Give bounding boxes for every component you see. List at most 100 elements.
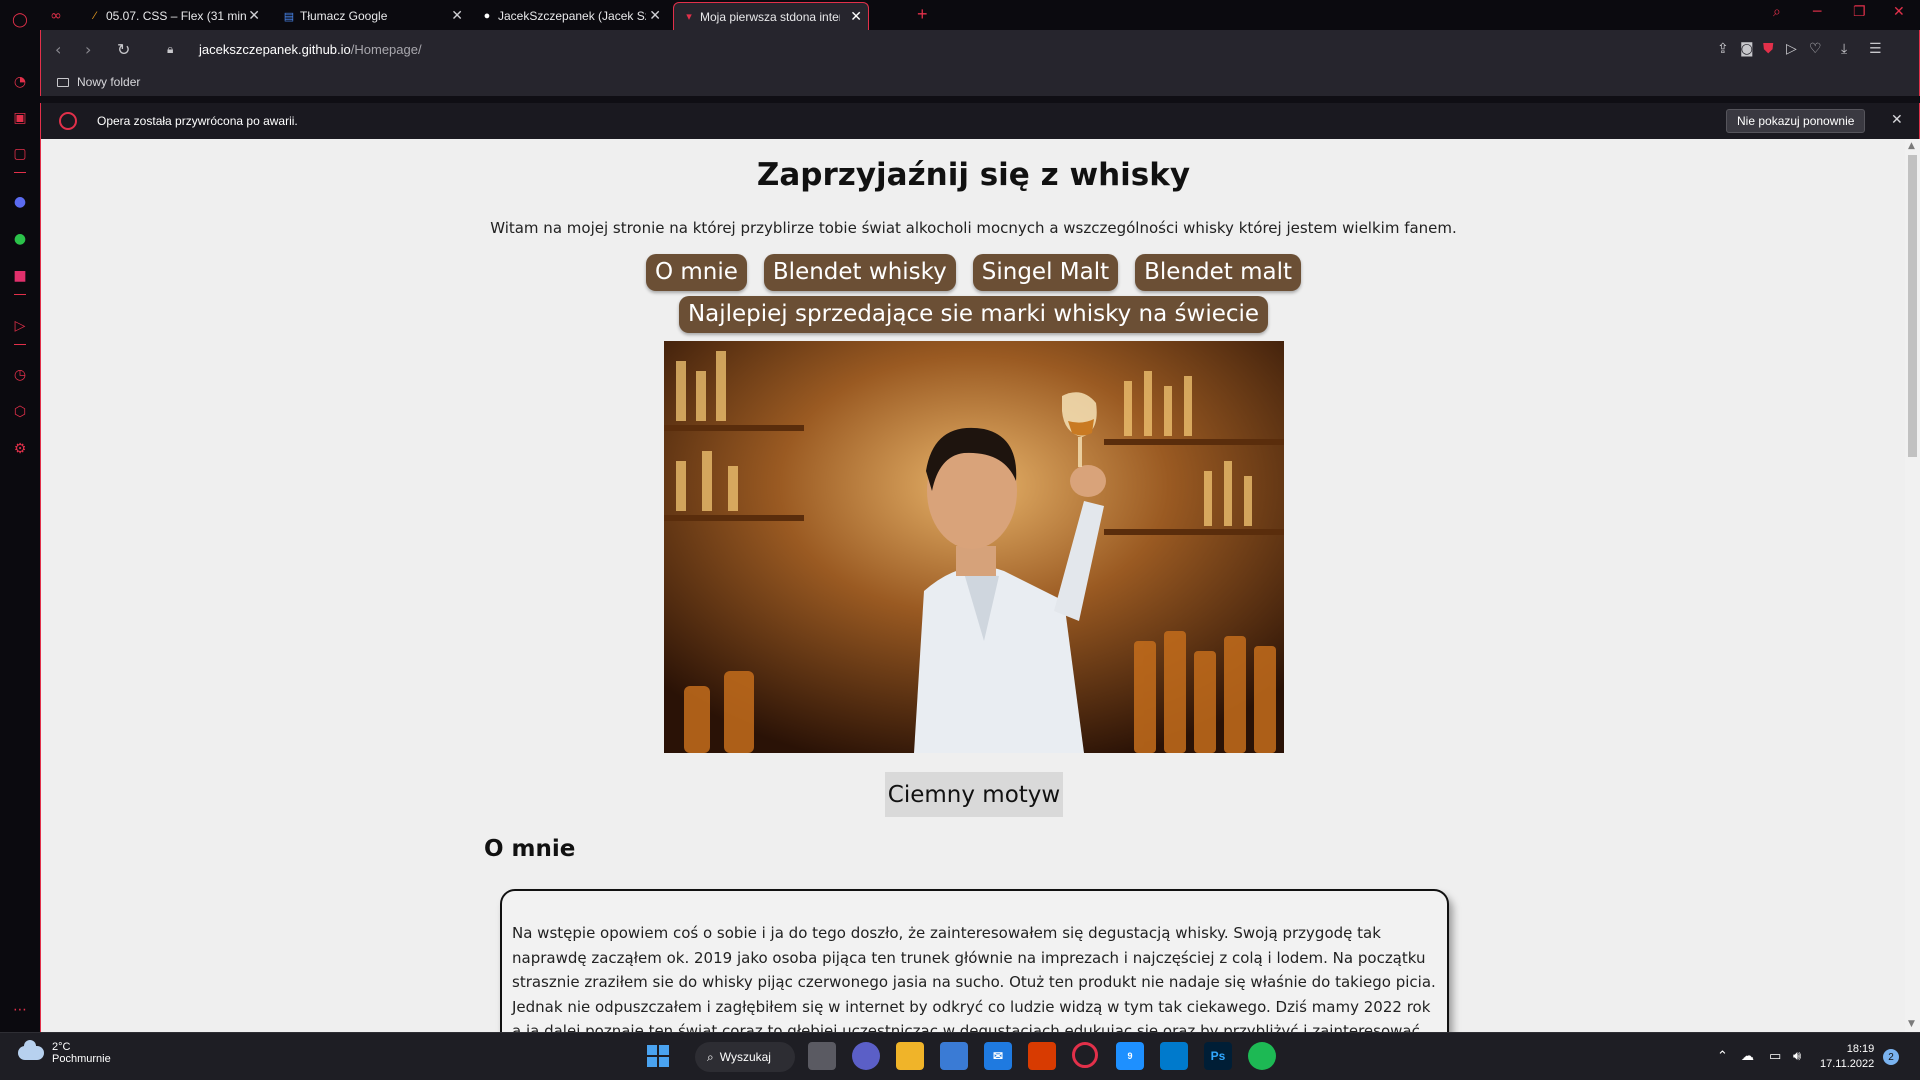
- dark-theme-button[interactable]: Ciemny motyw: [885, 772, 1063, 817]
- tab-strip: ∞ ⁄ 05.07. CSS – Flex (31 min) - ✕ ▤ Tłu…: [40, 0, 1920, 30]
- volume-icon[interactable]: 🔊︎: [1793, 1049, 1801, 1064]
- office-icon[interactable]: [1028, 1042, 1056, 1070]
- vscode-icon[interactable]: [1160, 1042, 1188, 1070]
- nav-single-malt[interactable]: Singel Malt: [972, 254, 1119, 291]
- url-host: jacekszczepanek.github.io: [199, 42, 351, 57]
- instagram-icon[interactable]: ■: [10, 266, 30, 286]
- tab-translate[interactable]: ▤ Tłumacz Google ✕: [274, 2, 469, 30]
- web-page: Zaprzyjaźnij się z whisky Witam na mojej…: [40, 139, 1920, 1032]
- reload-icon[interactable]: ↻: [117, 40, 130, 59]
- taskbar-search-label: Wyszukaj: [719, 1050, 771, 1064]
- tab-homepage[interactable]: ▾ Moja pierwsza stdona inter ✕: [673, 2, 869, 30]
- bookmarks-bar: Nowy folder: [40, 70, 1920, 96]
- opera-menu-icon[interactable]: ◯: [10, 10, 30, 30]
- player-icon[interactable]: ▷: [10, 316, 30, 336]
- bookmark-folder[interactable]: Nowy folder: [57, 75, 140, 89]
- nav-blended-malt[interactable]: Blendet malt: [1135, 254, 1302, 291]
- taskbar-clock[interactable]: 18:19 17.11.2022: [1820, 1042, 1874, 1072]
- tab-label: Tłumacz Google: [300, 9, 388, 23]
- search-tabs-icon[interactable]: ⌕: [1773, 4, 1781, 20]
- forward-icon[interactable]: ›: [85, 40, 91, 59]
- extensions-icon[interactable]: ⬡: [10, 402, 30, 422]
- bookmark-heart-icon[interactable]: ♡: [1809, 41, 1822, 57]
- mail-icon[interactable]: ✉: [984, 1042, 1012, 1070]
- task-view-icon[interactable]: [808, 1042, 836, 1070]
- tab-github[interactable]: ● JacekSzczepanek (Jacek Szc ✕: [472, 2, 667, 30]
- onedrive-icon[interactable]: ☁: [1741, 1049, 1754, 1064]
- opera-sidebar: ◯ ◔ ▣ ▢ ● ● ■ ▷ ◷ ⬡ ⚙ ⋯: [0, 0, 40, 1032]
- close-tab-icon[interactable]: ✕: [649, 8, 661, 24]
- back-icon[interactable]: ‹: [55, 40, 61, 59]
- more-icon[interactable]: ⋯: [10, 1000, 30, 1020]
- url-field[interactable]: jacekszczepanek.github.io/Homepage/: [199, 42, 422, 57]
- close-window-icon[interactable]: ✕: [1893, 4, 1905, 20]
- tab-css-flex[interactable]: ⁄ 05.07. CSS – Flex (31 min) - ✕: [80, 2, 266, 30]
- address-bar: ‹ › ↻ 🔒︎ jacekszczepanek.github.io/Homep…: [40, 30, 1920, 70]
- clock-time: 18:19: [1846, 1043, 1875, 1055]
- browser-window: ◯ ◔ ▣ ▢ ● ● ■ ▷ ◷ ⬡ ⚙ ⋯ ∞ ⁄ 05.07. CSS –…: [0, 0, 1920, 1032]
- dont-show-again-button[interactable]: Nie pokazuj ponownie: [1726, 109, 1866, 133]
- start-icon[interactable]: [644, 1042, 672, 1070]
- close-tab-icon[interactable]: ✕: [248, 8, 260, 24]
- page-favicon-icon: ▾: [686, 11, 692, 23]
- store-icon[interactable]: [940, 1042, 968, 1070]
- send-icon[interactable]: ▷: [1786, 41, 1797, 57]
- nav-about[interactable]: O mnie: [645, 254, 747, 291]
- opera-taskbar-icon[interactable]: [1072, 1042, 1098, 1068]
- about-text: Na wstępie opowiem coś o sobie i ja do t…: [512, 924, 1436, 1032]
- page-intro: Witam na mojej stronie na której przybli…: [490, 219, 1457, 237]
- nav-best-selling[interactable]: Najlepiej sprzedające sie marki whisky n…: [678, 296, 1269, 333]
- clock-date: 17.11.2022: [1820, 1058, 1875, 1070]
- infobar-close-icon[interactable]: ✕: [1891, 112, 1903, 128]
- teams-badge: 9: [1127, 1051, 1133, 1061]
- folder-icon: [57, 77, 69, 87]
- sidebar-separator: [14, 294, 26, 295]
- workspaces-icon[interactable]: ▣: [10, 108, 30, 128]
- taskbar-search[interactable]: ⌕ Wyszukaj: [695, 1042, 795, 1072]
- tray-chevron-icon[interactable]: ⌃: [1717, 1049, 1728, 1064]
- whatsapp-icon[interactable]: ●: [10, 229, 30, 249]
- twitch-icon[interactable]: ▢: [10, 144, 30, 164]
- share-icon[interactable]: ⇪: [1717, 41, 1729, 57]
- search-icon: ⌕: [707, 1049, 714, 1064]
- scroll-down-icon[interactable]: ▼: [1908, 1019, 1915, 1029]
- lock-icon: 🔒︎: [167, 42, 174, 56]
- settings-icon[interactable]: ⚙: [10, 439, 30, 459]
- messenger-icon[interactable]: ●: [10, 192, 30, 212]
- page-scrollbar[interactable]: ▲ ▼: [1905, 139, 1920, 1032]
- chat-icon[interactable]: [852, 1042, 880, 1070]
- about-card: Na wstępie opowiem coś o sobie i ja do t…: [500, 889, 1449, 1032]
- sidebar-separator: [14, 344, 26, 345]
- weather-widget[interactable]: 2°C Pochmurnie: [18, 1040, 111, 1065]
- tab-menu-icon[interactable]: ∞: [46, 6, 66, 26]
- tab-label: Moja pierwsza stdona inter: [700, 9, 840, 24]
- download-icon[interactable]: ⤓: [1841, 41, 1847, 57]
- github-favicon-icon: ●: [483, 10, 491, 22]
- scroll-thumb[interactable]: [1908, 155, 1917, 457]
- adblock-icon[interactable]: ⛊: [1763, 41, 1774, 57]
- nav-blended-whisky[interactable]: Blendet whisky: [763, 254, 956, 291]
- translate-favicon-icon: ▤: [283, 10, 295, 23]
- snapshot-icon[interactable]: ◙: [1740, 41, 1754, 57]
- easy-setup-icon[interactable]: ☰: [1869, 41, 1882, 57]
- opera-logo-icon: [59, 112, 77, 130]
- restore-icon[interactable]: ❐: [1853, 4, 1866, 20]
- url-path: /Homepage/: [350, 42, 422, 57]
- minimize-icon[interactable]: ─: [1813, 4, 1821, 20]
- close-tab-icon[interactable]: ✕: [850, 9, 862, 25]
- close-tab-icon[interactable]: ✕: [451, 8, 463, 24]
- photoshop-icon[interactable]: Ps: [1204, 1042, 1232, 1070]
- scroll-up-icon[interactable]: ▲: [1908, 141, 1915, 151]
- history-icon[interactable]: ◷: [10, 365, 30, 385]
- bookmark-folder-label: Nowy folder: [77, 75, 141, 89]
- speed-dial-icon[interactable]: ◔: [10, 72, 30, 92]
- weather-desc: Pochmurnie: [52, 1053, 111, 1065]
- network-icon[interactable]: ▭: [1769, 1049, 1781, 1064]
- new-tab-icon[interactable]: +: [917, 4, 928, 25]
- file-explorer-icon[interactable]: [896, 1042, 924, 1070]
- teams-icon[interactable]: 9: [1116, 1042, 1144, 1070]
- spotify-icon[interactable]: [1248, 1042, 1276, 1070]
- page-nav: O mnie Blendet whisky Singel Malt Blende…: [641, 254, 1306, 333]
- cloud-icon: [18, 1040, 44, 1060]
- notifications-badge[interactable]: 2: [1883, 1049, 1899, 1065]
